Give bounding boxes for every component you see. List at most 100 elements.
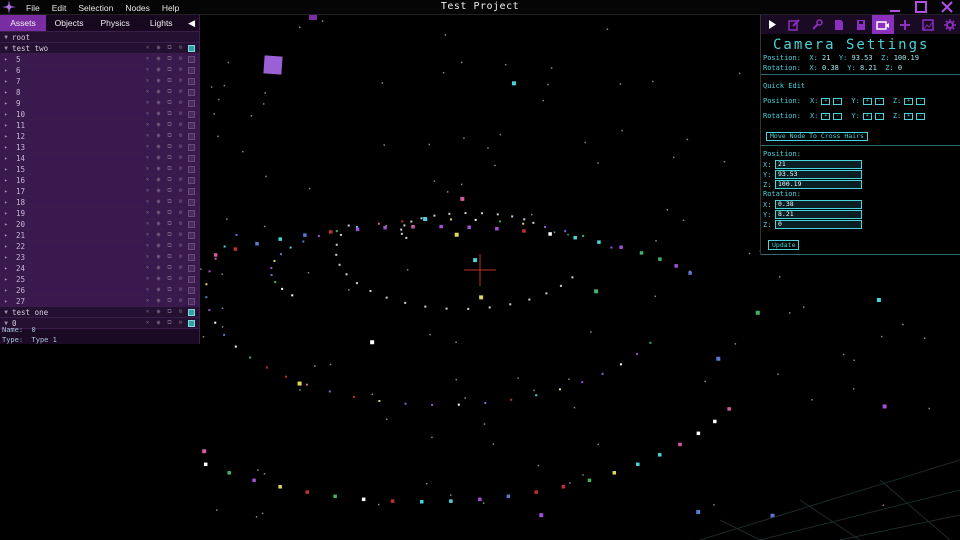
delete-icon[interactable]: ✕ <box>144 275 151 283</box>
enabled-checkbox[interactable] <box>188 275 195 283</box>
copy-icon[interactable]: ⧉ <box>166 286 173 294</box>
menu-help[interactable]: Help <box>156 1 185 16</box>
copy-icon[interactable]: ⧉ <box>166 154 173 162</box>
visibility-icon[interactable]: ◉ <box>155 275 162 283</box>
tree-group-test-one[interactable]: ▼ test one ✕ ◉ ⧉ ⚙ <box>0 307 199 318</box>
delete-icon[interactable]: ✕ <box>144 308 151 316</box>
edit-icon[interactable] <box>783 15 805 34</box>
tree-child-row[interactable]: ▸ 24 ✕ ◉ ⧉ ⚙ <box>0 263 199 274</box>
copy-icon[interactable]: ⧉ <box>166 143 173 151</box>
tree-child-row[interactable]: ▸ 5 ✕ ◉ ⧉ ⚙ <box>0 54 199 65</box>
tree-child-row[interactable]: ▸ 10 ✕ ◉ ⧉ ⚙ <box>0 109 199 120</box>
copy-icon[interactable]: ⧉ <box>166 209 173 217</box>
position-z-plus-button[interactable]: + <box>904 97 914 105</box>
copy-icon[interactable]: ⧉ <box>166 44 173 52</box>
enabled-checkbox[interactable] <box>188 187 195 195</box>
delete-icon[interactable]: ✕ <box>144 77 151 85</box>
rotation-x-input[interactable]: 0.38 <box>775 200 862 209</box>
settings-icon[interactable]: ⚙ <box>177 231 184 239</box>
enabled-checkbox[interactable] <box>188 165 195 173</box>
enabled-checkbox[interactable] <box>188 198 195 206</box>
enabled-checkbox[interactable] <box>188 264 195 272</box>
visibility-icon[interactable]: ◉ <box>155 286 162 294</box>
delete-icon[interactable]: ✕ <box>144 242 151 250</box>
settings-icon[interactable]: ⚙ <box>177 308 184 316</box>
image-icon[interactable] <box>917 15 939 34</box>
copy-icon[interactable]: ⧉ <box>166 264 173 272</box>
enabled-checkbox[interactable] <box>188 220 195 228</box>
enabled-checkbox[interactable] <box>188 242 195 250</box>
tree-child-row[interactable]: ▸ 19 ✕ ◉ ⧉ ⚙ <box>0 208 199 219</box>
copy-icon[interactable]: ⧉ <box>166 253 173 261</box>
move-to-crosshairs-button[interactable]: Move Node To Cross Hairs <box>766 132 868 141</box>
settings-icon[interactable]: ⚙ <box>177 209 184 217</box>
menu-selection[interactable]: Selection <box>72 1 119 16</box>
visibility-icon[interactable]: ◉ <box>155 231 162 239</box>
copy-icon[interactable]: ⧉ <box>166 176 173 184</box>
enabled-checkbox[interactable] <box>188 132 195 140</box>
tree-child-row[interactable]: ▸ 22 ✕ ◉ ⧉ ⚙ <box>0 241 199 252</box>
copy-icon[interactable]: ⧉ <box>166 308 173 316</box>
tree-child-row[interactable]: ▸ 15 ✕ ◉ ⧉ ⚙ <box>0 164 199 175</box>
enabled-checkbox[interactable] <box>188 231 195 239</box>
delete-icon[interactable]: ✕ <box>144 198 151 206</box>
settings-icon[interactable]: ⚙ <box>177 77 184 85</box>
tree-child-row[interactable]: ▸ 26 ✕ ◉ ⧉ ⚙ <box>0 285 199 296</box>
enabled-checkbox[interactable] <box>188 253 195 261</box>
enabled-checkbox[interactable] <box>188 154 195 162</box>
enabled-checkbox[interactable] <box>188 110 195 118</box>
visibility-icon[interactable]: ◉ <box>155 99 162 107</box>
delete-icon[interactable]: ✕ <box>144 143 151 151</box>
settings-icon[interactable]: ⚙ <box>177 110 184 118</box>
tree-child-row[interactable]: ▸ 21 ✕ ◉ ⧉ ⚙ <box>0 230 199 241</box>
expand-icon[interactable] <box>761 15 783 34</box>
menu-file[interactable]: File <box>20 1 46 16</box>
copy-icon[interactable]: ⧉ <box>166 242 173 250</box>
expand-arrow-icon[interactable]: ▼ <box>0 309 12 316</box>
rotation-z-plus-button[interactable]: + <box>904 112 914 120</box>
tree-child-row[interactable]: ▸ 13 ✕ ◉ ⧉ ⚙ <box>0 142 199 153</box>
visibility-icon[interactable]: ◉ <box>155 44 162 52</box>
settings-icon[interactable]: ⚙ <box>177 264 184 272</box>
delete-icon[interactable]: ✕ <box>144 264 151 272</box>
settings-icon[interactable]: ⚙ <box>177 220 184 228</box>
delete-icon[interactable]: ✕ <box>144 176 151 184</box>
visibility-icon[interactable]: ◉ <box>155 297 162 305</box>
copy-icon[interactable]: ⧉ <box>166 121 173 129</box>
copy-icon[interactable]: ⧉ <box>166 99 173 107</box>
enabled-checkbox[interactable] <box>188 99 195 107</box>
tree-child-row[interactable]: ▸ 9 ✕ ◉ ⧉ ⚙ <box>0 98 199 109</box>
enabled-checkbox[interactable] <box>188 44 195 52</box>
enabled-checkbox[interactable] <box>188 143 195 151</box>
visibility-icon[interactable]: ◉ <box>155 264 162 272</box>
visibility-icon[interactable]: ◉ <box>155 198 162 206</box>
tree-child-row[interactable]: ▸ 12 ✕ ◉ ⧉ ⚙ <box>0 131 199 142</box>
expand-arrow-icon[interactable]: ▼ <box>0 45 12 52</box>
enabled-checkbox[interactable] <box>188 286 195 294</box>
position-y-minus-button[interactable]: - <box>874 97 884 105</box>
visibility-icon[interactable]: ◉ <box>155 220 162 228</box>
copy-icon[interactable]: ⧉ <box>166 110 173 118</box>
visibility-icon[interactable]: ◉ <box>155 88 162 96</box>
visibility-icon[interactable]: ◉ <box>155 143 162 151</box>
enabled-checkbox[interactable] <box>188 121 195 129</box>
enabled-checkbox[interactable] <box>188 176 195 184</box>
settings-icon[interactable]: ⚙ <box>177 132 184 140</box>
settings-icon[interactable]: ⚙ <box>177 297 184 305</box>
file-icon[interactable] <box>828 15 850 34</box>
copy-icon[interactable]: ⧉ <box>166 66 173 74</box>
copy-icon[interactable]: ⧉ <box>166 77 173 85</box>
rotation-x-plus-button[interactable]: + <box>821 112 831 120</box>
tree-child-row[interactable]: ▸ 27 ✕ ◉ ⧉ ⚙ <box>0 296 199 307</box>
settings-icon[interactable]: ⚙ <box>177 242 184 250</box>
delete-icon[interactable]: ✕ <box>144 165 151 173</box>
copy-icon[interactable]: ⧉ <box>166 275 173 283</box>
visibility-icon[interactable]: ◉ <box>155 253 162 261</box>
copy-icon[interactable]: ⧉ <box>166 55 173 63</box>
delete-icon[interactable]: ✕ <box>144 66 151 74</box>
maximize-icon[interactable] <box>914 0 928 14</box>
tree-child-row[interactable]: ▸ 16 ✕ ◉ ⧉ ⚙ <box>0 175 199 186</box>
delete-icon[interactable]: ✕ <box>144 132 151 140</box>
rotation-z-minus-button[interactable]: - <box>916 112 926 120</box>
tab-assets[interactable]: Assets <box>0 15 47 31</box>
